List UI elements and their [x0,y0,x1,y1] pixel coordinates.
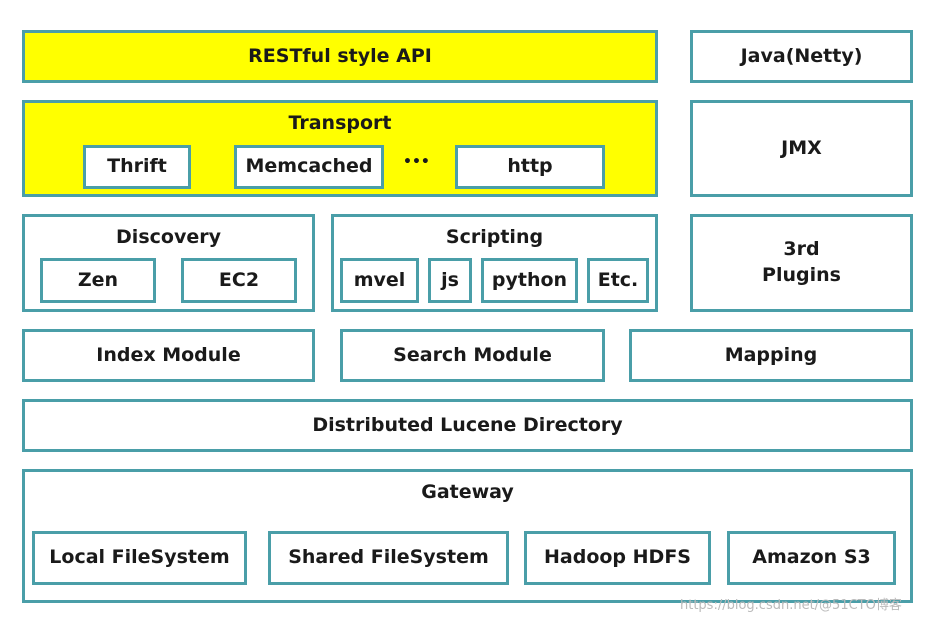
shared-filesystem-box: Shared FileSystem [268,531,509,585]
lucene-directory-box: Distributed Lucene Directory [22,399,913,452]
plugins-box: 3rd Plugins [690,214,913,312]
gateway-title: Gateway [421,481,514,503]
ec2-box: EC2 [181,258,297,303]
scripting-title: Scripting [445,226,544,248]
memcached-box: Memcached [234,145,384,189]
restful-api-box: RESTful style API [22,30,658,83]
etc-box: Etc. [587,258,649,303]
js-box: js [428,258,472,303]
mvel-box: mvel [340,258,419,303]
transport-title: Transport [288,112,392,134]
index-module-box: Index Module [22,329,315,382]
http-box: http [455,145,605,189]
discovery-title: Discovery [116,226,221,248]
local-filesystem-box: Local FileSystem [32,531,247,585]
java-netty-box: Java(Netty) [690,30,913,83]
search-module-box: Search Module [340,329,605,382]
thrift-box: Thrift [83,145,191,189]
amazon-s3-box: Amazon S3 [727,531,896,585]
watermark: https://blog.csdn.net/@51CTO博客 [680,598,902,613]
python-box: python [481,258,578,303]
hadoop-hdfs-box: Hadoop HDFS [524,531,711,585]
jmx-box: JMX [690,100,913,197]
zen-box: Zen [40,258,156,303]
mapping-box: Mapping [629,329,913,382]
ellipsis: ••• [403,154,430,170]
